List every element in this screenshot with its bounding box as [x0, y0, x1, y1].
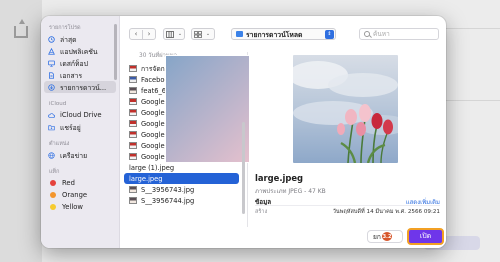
dropdown-arrows-icon: ⇕: [325, 29, 334, 39]
preview-pane: large.jpeg ภาพประเภท JPEG - 47 KB ข้อมูล…: [249, 52, 446, 227]
sidebar-item-applications[interactable]: แอปพลิเคชัน: [41, 45, 119, 57]
created-value: วันพฤหัสบดีที่ 14 มีนาคม พ.ศ. 2566 09:21: [332, 209, 440, 215]
network-icon: [48, 151, 55, 159]
desktop-icon: [48, 60, 55, 67]
image-thumbnail-icon: [129, 197, 137, 204]
sidebar-item-label: รายการดาวน์...: [60, 83, 107, 92]
sidebar-item-network[interactable]: เครือข่าย: [41, 149, 119, 161]
search-icon: [364, 31, 370, 37]
sidebar-tag-yellow[interactable]: Yellow: [41, 201, 119, 213]
file-list-item-selected[interactable]: large.jpeg: [124, 55, 270, 184]
sidebar-item-label: iCloud Drive: [60, 111, 102, 119]
sidebar-item-label: เครือข่าย: [60, 151, 88, 160]
step-badge: 3.2: [381, 231, 393, 242]
sidebar-item-downloads[interactable]: รายการดาวน์...: [44, 81, 116, 93]
open-button[interactable]: เปิด: [407, 228, 444, 245]
image-thumbnail-icon: [129, 87, 137, 94]
toolbar: ‹ › ⌄ ⌄ รายการดาวน์โหลด ⇕ ค้นหา: [121, 16, 446, 52]
file-list-item[interactable]: S__3956743.jpg: [121, 184, 239, 195]
location-dropdown[interactable]: รายการดาวน์โหลด ⇕: [231, 28, 336, 40]
forward-button[interactable]: ›: [143, 29, 155, 39]
image-thumbnail-icon: [129, 120, 137, 127]
sidebar-section-icloud: iCloud: [49, 101, 67, 107]
created-label: สร้าง: [255, 209, 268, 215]
orange-tag-dot-icon: [50, 192, 56, 198]
documents-icon: [48, 71, 55, 79]
applications-icon: [48, 47, 55, 55]
background-sidebar: [0, 0, 42, 262]
chevron-down-icon: ⌄: [205, 31, 211, 37]
file-name: S__3956743.jpg: [141, 185, 195, 194]
file-list-item[interactable]: S__3956744.jpg: [121, 195, 239, 206]
image-preview: [293, 55, 398, 163]
image-thumbnail-icon: [129, 186, 137, 193]
image-thumbnail-icon: [129, 76, 137, 83]
folder-icon: [236, 31, 243, 37]
file-name: large (1).jpeg: [129, 163, 175, 172]
image-thumbnail-icon: [129, 98, 137, 105]
sidebar-item-label: ล่าสุด: [60, 35, 77, 44]
sidebar-item-label: Red: [62, 179, 75, 187]
sidebar-section-tags: แท็ก: [49, 169, 60, 175]
icloud-icon: [48, 112, 55, 119]
sidebar-item-label: แชร์อยู่: [60, 123, 81, 132]
file-list-item[interactable]: large (1).jpeg: [121, 55, 270, 173]
image-thumbnail-icon: [129, 65, 137, 72]
view-mode-button[interactable]: ⌄: [163, 28, 185, 40]
sidebar-item-desktop[interactable]: เดสก์ท็อป: [41, 57, 119, 69]
sidebar-item-recents[interactable]: ล่าสุด: [41, 33, 119, 45]
group-by-button[interactable]: ⌄: [191, 28, 215, 40]
file-name: S__3956744.jpg: [141, 196, 195, 205]
file-list-scrollbar[interactable]: [242, 122, 245, 214]
preview-filename: large.jpeg: [255, 173, 304, 183]
recents-clock-icon: [48, 35, 55, 43]
sidebar-tag-orange[interactable]: Orange: [41, 189, 119, 201]
sidebar-section-locations: ตำแหน่ง: [49, 141, 70, 147]
open-file-dialog: รายการโปรด ล่าสุด แอปพลิเคชัน เดสก์ท็อป …: [41, 16, 446, 248]
sidebar-item-label: เดสก์ท็อป: [60, 59, 88, 68]
sidebar-item-label: Orange: [62, 191, 88, 199]
dialog-footer: ยกเลิก 3.2 เปิด: [121, 227, 446, 248]
yellow-tag-dot-icon: [50, 204, 56, 210]
sidebar-tag-red[interactable]: Red: [41, 177, 119, 189]
downloads-icon: [48, 83, 55, 91]
image-thumbnail-icon: [129, 153, 137, 160]
sidebar-item-shared[interactable]: แชร์อยู่: [41, 121, 119, 133]
file-name: large.jpeg: [129, 174, 163, 183]
preview-file-type: ภาพประเภท JPEG - 47 KB: [255, 188, 326, 195]
search-field[interactable]: ค้นหา: [359, 28, 439, 40]
grid-icon: [192, 29, 204, 39]
image-thumbnail-icon: [129, 142, 137, 149]
sidebar: รายการโปรด ล่าสุด แอปพลิเคชัน เดสก์ท็อป …: [41, 16, 120, 248]
chevron-down-icon: ⌄: [177, 31, 183, 37]
image-thumbnail-icon: [129, 109, 137, 116]
back-button[interactable]: ‹: [130, 29, 142, 39]
upload-icon: [14, 19, 28, 38]
sidebar-section-favorites: รายการโปรด: [49, 25, 81, 31]
sidebar-item-documents[interactable]: เอกสาร: [41, 69, 119, 81]
sidebar-item-label: เอกสาร: [60, 71, 83, 80]
divider: [255, 205, 440, 206]
search-placeholder: ค้นหา: [373, 30, 390, 38]
red-tag-dot-icon: [50, 180, 56, 186]
shared-folder-icon: [48, 124, 55, 131]
image-thumbnail-icon: [129, 131, 137, 138]
columns-view-icon: [164, 29, 176, 39]
file-list: 30 วันที่ผ่านมา การจัดการบทความ.jpgFaceb…: [121, 52, 270, 227]
nav-buttons: ‹ ›: [129, 28, 156, 40]
sidebar-item-label: แอปพลิเคชัน: [60, 47, 98, 56]
sidebar-item-icloud-drive[interactable]: iCloud Drive: [41, 109, 119, 121]
sidebar-item-label: Yellow: [62, 203, 83, 211]
location-label: รายการดาวน์โหลด: [246, 30, 303, 39]
